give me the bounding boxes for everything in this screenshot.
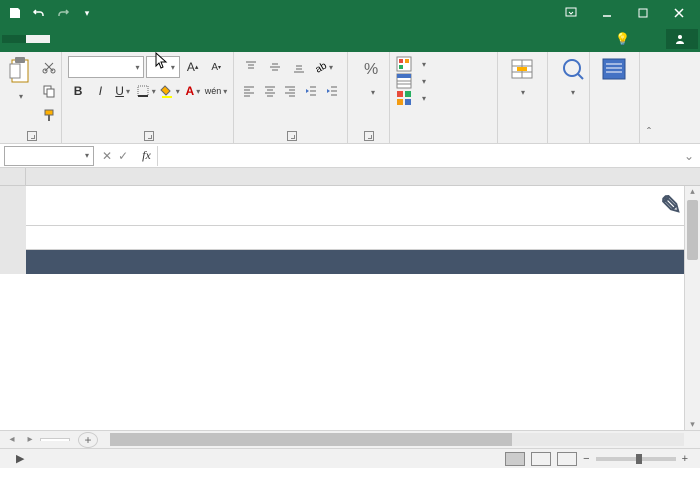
record-button[interactable]: [596, 56, 632, 86]
vertical-scrollbar[interactable]: ▴ ▾: [684, 186, 700, 430]
align-bottom-icon[interactable]: [288, 56, 310, 78]
font-launcher[interactable]: [144, 131, 154, 141]
tab-view[interactable]: [146, 35, 170, 43]
minimize-icon[interactable]: [590, 2, 624, 24]
hscroll-thumb[interactable]: [110, 433, 512, 446]
svg-text:%: %: [364, 61, 378, 78]
redo-icon[interactable]: [52, 2, 74, 24]
phonetic-icon[interactable]: wén▾: [205, 80, 227, 102]
sheet-tab-1[interactable]: [40, 438, 70, 441]
font-color-icon[interactable]: A▾: [183, 80, 203, 102]
quick-access-toolbar: ▾: [4, 2, 98, 24]
ribbon-tabs: 💡: [0, 26, 700, 52]
share-button[interactable]: [666, 29, 698, 49]
save-icon[interactable]: [4, 2, 26, 24]
font-name-select[interactable]: ▾: [68, 56, 144, 78]
collapse-ribbon-icon[interactable]: ˆ: [647, 125, 651, 139]
vscroll-thumb[interactable]: [687, 200, 698, 260]
horizontal-scrollbar[interactable]: [110, 433, 684, 446]
zoom-in-icon[interactable]: +: [682, 453, 688, 465]
cancel-formula-icon[interactable]: ✕: [102, 149, 112, 163]
tab-layout[interactable]: [50, 35, 74, 43]
ribbon: ▾ ▾ ▾ A▴ A▾ B I U▾ ▾ ▾ A▾: [0, 52, 700, 144]
tab-nav-next[interactable]: ▸: [22, 434, 38, 445]
expand-formula-icon[interactable]: ⌄: [678, 149, 700, 163]
align-middle-icon[interactable]: [264, 56, 286, 78]
title-bar: ▾: [0, 0, 700, 26]
bold-icon[interactable]: B: [68, 80, 88, 102]
paste-button[interactable]: ▾: [6, 56, 34, 101]
decrease-indent-icon[interactable]: [302, 80, 321, 102]
svg-text:ab: ab: [314, 60, 327, 74]
align-left-icon[interactable]: [240, 80, 259, 102]
cells-button[interactable]: ▾: [504, 56, 540, 97]
table-format-button[interactable]: ▾: [396, 73, 491, 89]
tell-me[interactable]: 💡: [603, 28, 642, 50]
status-bar: ▶ − +: [0, 448, 700, 468]
tab-home[interactable]: [26, 35, 50, 43]
align-center-icon[interactable]: [261, 80, 280, 102]
meeting-date-label: [420, 226, 700, 249]
fx-icon[interactable]: fx: [136, 148, 157, 163]
tab-formula[interactable]: [74, 35, 98, 43]
page-layout-view-icon[interactable]: [531, 452, 551, 466]
orientation-icon[interactable]: ab▾: [312, 56, 334, 78]
page-break-view-icon[interactable]: [557, 452, 577, 466]
align-top-icon[interactable]: [240, 56, 262, 78]
tab-dev[interactable]: [170, 35, 194, 43]
cut-icon[interactable]: [38, 56, 60, 78]
table-header-row[interactable]: [26, 250, 700, 274]
tab-insert[interactable]: [194, 35, 218, 43]
font-size-select[interactable]: ▾: [146, 56, 179, 78]
fill-color-icon[interactable]: ▾: [159, 80, 181, 102]
number-launcher[interactable]: [364, 131, 374, 141]
close-icon[interactable]: [662, 2, 696, 24]
decrease-font-icon[interactable]: A▾: [205, 56, 227, 78]
border-icon[interactable]: ▾: [135, 80, 157, 102]
zoom-slider[interactable]: [596, 457, 676, 461]
normal-view-icon[interactable]: [505, 452, 525, 466]
maximize-icon[interactable]: [626, 2, 660, 24]
italic-icon[interactable]: I: [90, 80, 110, 102]
macro-record-icon[interactable]: ▶: [16, 452, 24, 465]
tab-nav-prev[interactable]: ◂: [4, 434, 20, 445]
sheet-title-row[interactable]: ✎: [26, 186, 700, 226]
number-format-button[interactable]: % ▾: [354, 56, 390, 97]
meta-row[interactable]: [26, 226, 700, 250]
qat-customize-icon[interactable]: ▾: [76, 2, 98, 24]
name-box[interactable]: ▾: [4, 146, 94, 166]
sheet-tab-bar: ◂ ▸ +: [0, 430, 700, 448]
increase-indent-icon[interactable]: [322, 80, 341, 102]
select-all-button[interactable]: [0, 168, 26, 185]
copy-icon[interactable]: [38, 80, 60, 102]
add-sheet-button[interactable]: +: [78, 432, 98, 448]
underline-icon[interactable]: U▾: [113, 80, 133, 102]
clipboard-launcher[interactable]: [27, 131, 37, 141]
ribbon-options-icon[interactable]: [554, 2, 588, 24]
login-button[interactable]: [642, 35, 666, 43]
meeting-name-label: [26, 226, 420, 249]
cell-styles-button[interactable]: ▾: [396, 90, 491, 106]
formula-bar-row: ▾ ✕ ✓ fx ⌄: [0, 144, 700, 168]
formula-input[interactable]: [157, 146, 678, 166]
format-painter-icon[interactable]: [38, 104, 60, 126]
align-launcher[interactable]: [287, 131, 297, 141]
zoom-out-icon[interactable]: −: [583, 453, 589, 465]
spreadsheet-grid: ✎ ▴ ▾: [0, 168, 700, 430]
enter-formula-icon[interactable]: ✓: [118, 149, 128, 163]
undo-icon[interactable]: [28, 2, 50, 24]
tab-file[interactable]: [2, 35, 26, 43]
tab-review[interactable]: [122, 35, 146, 43]
pencil-icon: ✎: [660, 190, 682, 221]
editing-button[interactable]: ▾: [554, 56, 590, 97]
conditional-format-button[interactable]: ▾: [396, 56, 491, 72]
increase-font-icon[interactable]: A▴: [182, 56, 204, 78]
align-right-icon[interactable]: [281, 80, 300, 102]
tab-data[interactable]: [98, 35, 122, 43]
